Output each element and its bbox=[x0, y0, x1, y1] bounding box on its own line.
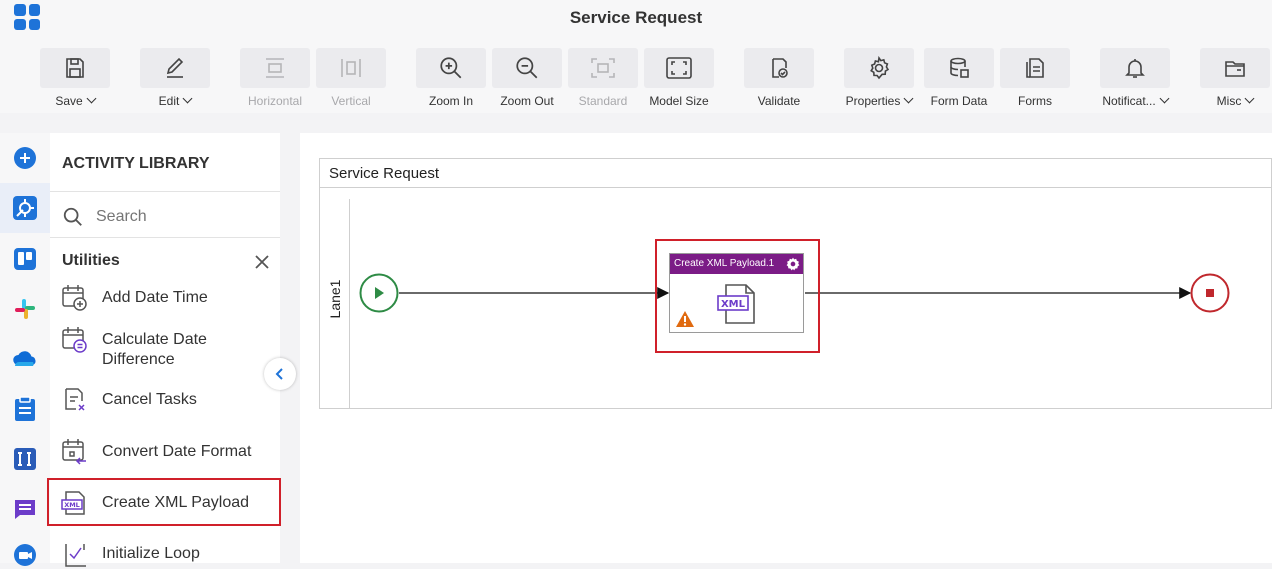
title-bar: Service Request bbox=[0, 0, 1272, 38]
properties-button[interactable]: Properties bbox=[844, 48, 914, 110]
search-input[interactable] bbox=[96, 208, 246, 226]
horizontal-label: Horizontal bbox=[247, 94, 303, 108]
standard-label: Standard bbox=[578, 94, 628, 108]
library-item-convert-date-format[interactable]: Convert Date Format bbox=[60, 437, 280, 467]
clipboard-icon[interactable] bbox=[12, 396, 38, 422]
gear-icon bbox=[870, 56, 890, 80]
library-item-label: Cancel Tasks bbox=[102, 391, 197, 408]
chevron-down-icon bbox=[182, 93, 193, 104]
calendar-add-icon bbox=[62, 285, 87, 311]
horizontal-button[interactable]: Horizontal bbox=[240, 48, 310, 110]
library-search[interactable] bbox=[62, 203, 246, 231]
window-title: Service Request bbox=[569, 8, 703, 27]
wrench-gear-icon[interactable] bbox=[12, 195, 38, 221]
validate-icon bbox=[772, 58, 788, 78]
onedrive-cloud-icon[interactable] bbox=[12, 346, 38, 372]
highlight-box bbox=[655, 239, 820, 353]
chevron-down-icon bbox=[86, 93, 97, 104]
chevron-down-icon bbox=[903, 93, 914, 104]
validate-label: Validate bbox=[757, 94, 801, 108]
library-item-label: Add Date Time bbox=[102, 289, 208, 306]
zoom-in-label: Zoom In bbox=[428, 94, 473, 108]
calendar-equals-icon bbox=[62, 327, 87, 353]
form-data-label: Form Data bbox=[930, 94, 988, 108]
activity-library-title: ACTIVITY LIBRARY bbox=[62, 155, 210, 172]
zoom-out-label: Zoom Out bbox=[500, 94, 554, 108]
library-item-cancel-tasks[interactable]: Cancel Tasks bbox=[60, 385, 280, 415]
forms-label: Forms bbox=[1018, 94, 1052, 108]
chevron-down-icon bbox=[1244, 93, 1255, 104]
standard-size-icon bbox=[591, 58, 615, 78]
divider bbox=[50, 191, 280, 192]
database-icon bbox=[950, 57, 969, 78]
model-size-button[interactable]: Model Size bbox=[644, 48, 714, 110]
save-button[interactable]: Save bbox=[40, 48, 110, 110]
zoom-in-icon bbox=[440, 57, 462, 79]
notifications-button[interactable]: Notificat... bbox=[1100, 48, 1170, 110]
standard-button[interactable]: Standard bbox=[568, 48, 638, 110]
toolbar: Save Edit Horizontal Vertical Zoom In Zo… bbox=[0, 38, 1272, 113]
zoom-out-icon bbox=[516, 57, 538, 79]
video-icon[interactable] bbox=[12, 542, 38, 568]
forms-icon bbox=[1026, 58, 1044, 78]
misc-label: Misc bbox=[1216, 94, 1242, 108]
lane-header[interactable]: Lane1 bbox=[320, 199, 350, 409]
trello-icon[interactable] bbox=[12, 246, 38, 272]
lane-label: Lane1 bbox=[326, 279, 343, 319]
horizontal-layout-icon bbox=[266, 58, 284, 78]
library-item-label: Initialize Loop bbox=[102, 545, 200, 562]
misc-button[interactable]: Misc bbox=[1200, 48, 1270, 110]
cancel-task-icon bbox=[65, 388, 85, 411]
pool-title: Service Request bbox=[320, 159, 1271, 188]
library-item-add-date-time[interactable]: Add Date Time bbox=[60, 283, 280, 313]
vertical-label: Vertical bbox=[331, 94, 371, 108]
library-item-label: Calculate Date Difference bbox=[102, 331, 207, 368]
loop-icon bbox=[65, 544, 86, 567]
library-group-title: Utilities bbox=[62, 252, 120, 269]
model-size-icon bbox=[666, 57, 692, 79]
notifications-label: Notificat... bbox=[1102, 94, 1156, 108]
text-input-icon[interactable] bbox=[12, 446, 38, 472]
model-size-label: Model Size bbox=[649, 94, 709, 108]
chevron-left-icon bbox=[275, 368, 283, 380]
validate-button[interactable]: Validate bbox=[744, 48, 814, 110]
library-item-label: Convert Date Format bbox=[102, 443, 252, 460]
edit-label: Edit bbox=[158, 94, 180, 108]
folder-icon bbox=[1225, 61, 1245, 77]
chevron-down-icon bbox=[1159, 93, 1170, 104]
plus-circle-icon[interactable] bbox=[12, 145, 38, 171]
highlight-box bbox=[47, 478, 281, 526]
vertical-button[interactable]: Vertical bbox=[316, 48, 386, 110]
save-label: Save bbox=[55, 94, 83, 108]
collapse-panel-button[interactable] bbox=[264, 358, 296, 390]
bell-icon bbox=[1125, 59, 1145, 78]
save-icon bbox=[66, 58, 84, 78]
edit-button[interactable]: Edit bbox=[140, 48, 210, 110]
library-item-calculate-date-difference[interactable]: Calculate Date Difference bbox=[60, 325, 280, 370]
calendar-convert-icon bbox=[62, 439, 86, 465]
zoom-in-button[interactable]: Zoom In bbox=[416, 48, 486, 110]
zoom-out-button[interactable]: Zoom Out bbox=[492, 48, 562, 110]
search-icon bbox=[63, 207, 82, 226]
form-data-button[interactable]: Form Data bbox=[924, 48, 994, 110]
pencil-icon bbox=[166, 57, 184, 78]
slack-icon[interactable] bbox=[12, 296, 38, 322]
properties-label: Properties bbox=[845, 94, 901, 108]
divider bbox=[50, 237, 280, 238]
forms-button[interactable]: Forms bbox=[1000, 48, 1070, 110]
close-icon[interactable] bbox=[254, 254, 270, 270]
library-item-initialize-loop[interactable]: Initialize Loop bbox=[60, 539, 280, 569]
chat-icon[interactable] bbox=[12, 496, 38, 522]
vertical-layout-icon bbox=[341, 59, 361, 77]
